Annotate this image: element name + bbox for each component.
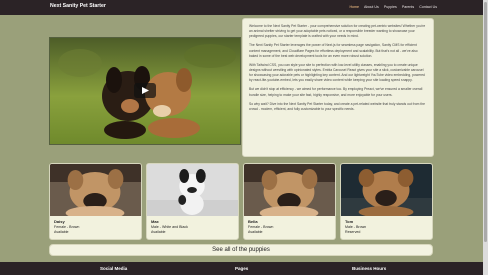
footer-pages-heading: Pages [235, 266, 249, 271]
intro-text-box: Welcome to the Next Sanity Pet Starter -… [242, 18, 434, 157]
scrollbar-thumb[interactable] [484, 2, 487, 242]
intro-paragraph: With Tailwind CSS, you can style your si… [249, 62, 425, 83]
puppy-name: Max [151, 219, 159, 224]
puppy-photo [147, 164, 238, 216]
site-footer: Social Media Pages Business Hours [0, 262, 488, 275]
intro-paragraph: The Next Sanity Pet Starter leverages th… [249, 43, 418, 58]
puppy-status: Reserved [345, 229, 361, 234]
nav-puppies[interactable]: Puppies [384, 5, 397, 9]
footer-social-media-heading: Social Media [100, 266, 128, 271]
nav-about-us[interactable]: About Us [364, 5, 379, 9]
puppy-photo [341, 164, 432, 216]
nav-links: Home About Us Puppies Parents Contact Us [349, 5, 437, 9]
puppy-card-daisy[interactable]: Daisy Female - Brown Available [49, 163, 142, 240]
intro-paragraph: So why wait? Dive into the Next Sanity P… [249, 101, 425, 111]
see-all-puppies-button[interactable]: See all of the puppies [49, 244, 433, 256]
puppy-name: Bella [248, 219, 258, 224]
puppy-card-max[interactable]: Max Male - White and Black Available [146, 163, 239, 240]
puppy-photo [50, 164, 141, 216]
intro-paragraph: Welcome to the Next Sanity Pet Starter -… [249, 24, 426, 39]
top-navbar: Next Sanity Pet Starter Home About Us Pu… [0, 0, 488, 15]
puppy-info: Tom Male - Brown Reserved [341, 216, 432, 238]
hero-video-thumbnail[interactable] [49, 37, 241, 145]
puppy-card-tom[interactable]: Tom Male - Brown Reserved [340, 163, 433, 240]
vertical-scrollbar[interactable] [483, 0, 488, 275]
puppy-info: Bella Female - Brown Available [244, 216, 335, 238]
puppy-name: Tom [345, 219, 354, 224]
puppy-photo [244, 164, 335, 216]
nav-home[interactable]: Home [349, 5, 359, 9]
puppy-info: Max Male - White and Black Available [147, 216, 238, 238]
puppy-status: Available [248, 229, 263, 234]
puppy-card-bella[interactable]: Bella Female - Brown Available [243, 163, 336, 240]
puppy-status: Available [54, 229, 69, 234]
site-brand[interactable]: Next Sanity Pet Starter [50, 3, 106, 9]
intro-paragraph: But we didn't stop at efficiency - we ai… [249, 87, 423, 97]
puppy-status: Available [151, 229, 166, 234]
nav-contact-us[interactable]: Contact Us [419, 5, 437, 9]
nav-parents[interactable]: Parents [402, 5, 414, 9]
puppy-info: Daisy Female - Brown Available [50, 216, 141, 238]
puppy-name: Daisy [54, 219, 65, 224]
footer-business-hours-heading: Business Hours [352, 266, 387, 271]
puppies-hero-image [50, 38, 240, 144]
